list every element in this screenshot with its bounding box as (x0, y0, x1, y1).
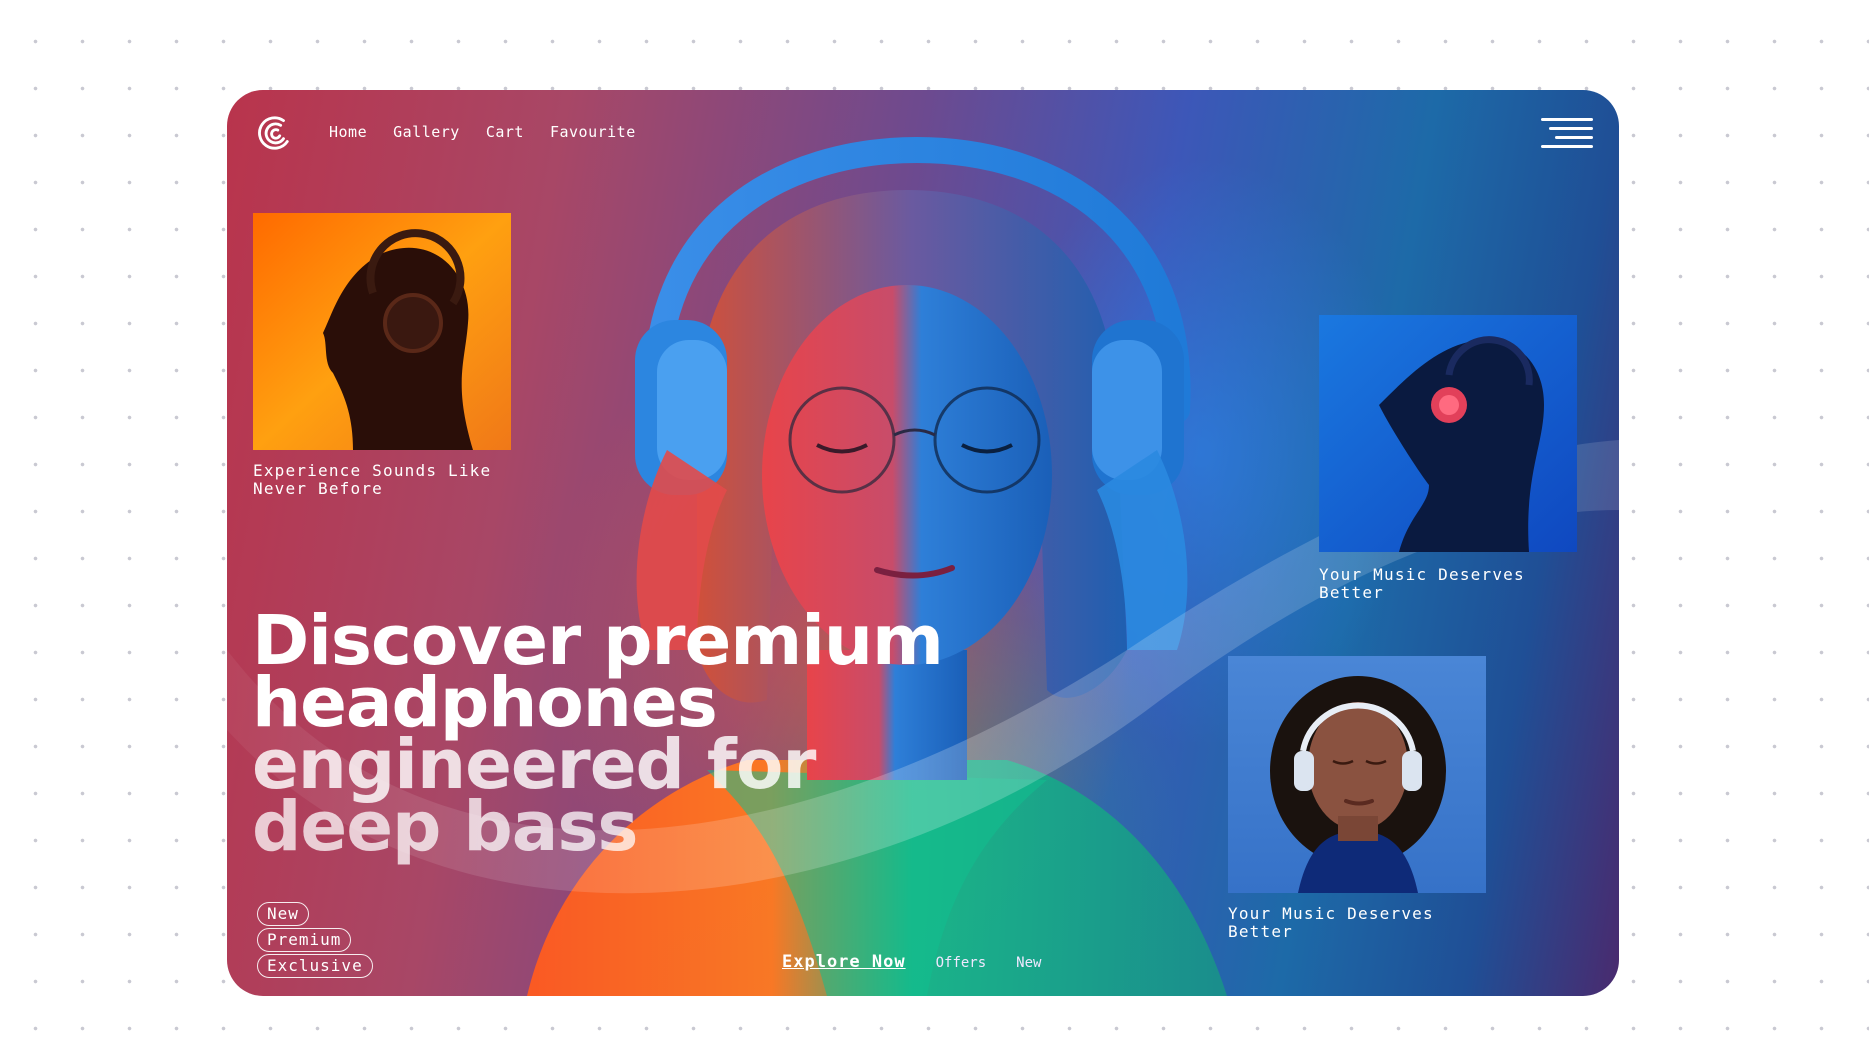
silhouette-image (1319, 315, 1577, 552)
portrait-image (1228, 656, 1486, 893)
nav-link-gallery[interactable]: Gallery (393, 123, 460, 141)
nav-link-favourite[interactable]: Favourite (550, 123, 636, 141)
thumbnail-caption-2: Your Music Deserves Better (1319, 565, 1525, 602)
thumbnail-woman-portrait[interactable] (1228, 656, 1486, 893)
tag-premium[interactable]: Premium (257, 928, 352, 952)
hamburger-menu-icon[interactable] (1541, 118, 1593, 148)
explore-now-link[interactable]: Explore Now (782, 952, 906, 972)
hero-card: Home Gallery Cart Favourite Experience S… (227, 90, 1619, 996)
hero-headline: Discover premium headphones engineered f… (252, 607, 944, 867)
thumbnail-orange-silhouette[interactable] (253, 213, 511, 450)
bottom-links: Explore Now Offers New (782, 952, 1071, 972)
thumbnail-blue-silhouette[interactable] (1319, 315, 1577, 552)
sound-wave-logo-icon[interactable] (255, 112, 293, 152)
headline-line-4: deep bass (252, 787, 638, 867)
silhouette-image (253, 213, 511, 450)
tag-exclusive[interactable]: Exclusive (257, 954, 373, 978)
thumbnail-caption-3: Your Music Deserves Better (1228, 904, 1434, 941)
nav-link-home[interactable]: Home (329, 123, 367, 141)
offers-link[interactable]: Offers (936, 955, 987, 971)
tag-new[interactable]: New (257, 902, 309, 926)
new-link[interactable]: New (1016, 955, 1041, 971)
thumbnail-caption-1: Experience Sounds Like Never Before (253, 461, 492, 498)
nav-link-cart[interactable]: Cart (486, 123, 524, 141)
top-nav: Home Gallery Cart Favourite (255, 112, 662, 152)
tag-list: New Premium Exclusive (257, 902, 373, 980)
